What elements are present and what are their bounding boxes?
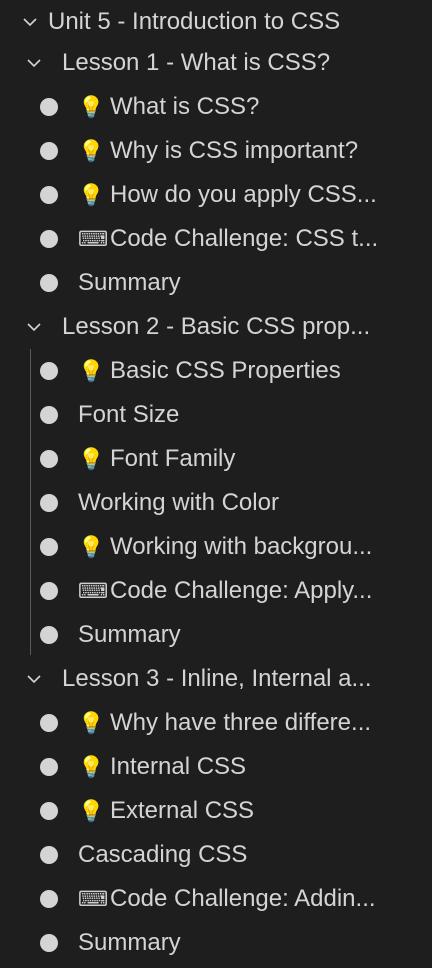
lightbulb-icon: 💡 bbox=[78, 711, 105, 735]
list-item[interactable]: ⌨Code Challenge: Apply... bbox=[0, 569, 432, 613]
item-label: Internal CSS bbox=[110, 753, 247, 780]
item-label: Working with Color bbox=[78, 489, 279, 516]
item-label: Code Challenge: CSS t... bbox=[110, 225, 379, 252]
list-item[interactable]: Font Size bbox=[0, 393, 432, 437]
list-item[interactable]: 💡 Basic CSS Properties bbox=[0, 349, 432, 393]
list-item[interactable]: Cascading CSS bbox=[0, 833, 432, 877]
lightbulb-icon: 💡 bbox=[78, 799, 105, 823]
list-item[interactable]: 💡 How do you apply CSS... bbox=[0, 173, 432, 217]
lightbulb-icon: 💡 bbox=[78, 95, 105, 119]
item-label: Why have three differe... bbox=[110, 709, 372, 736]
item-label: Font Size bbox=[78, 401, 180, 428]
list-item[interactable]: 💡 External CSS bbox=[0, 789, 432, 833]
bullet-icon bbox=[40, 98, 58, 116]
lightbulb-icon: 💡 bbox=[78, 535, 105, 559]
keyboard-icon: ⌨ bbox=[78, 227, 109, 251]
bullet-icon bbox=[40, 846, 58, 864]
bullet-icon bbox=[40, 802, 58, 820]
keyboard-icon: ⌨ bbox=[78, 887, 109, 911]
lesson-title: Lesson 3 - Inline, Internal a... bbox=[62, 665, 372, 692]
item-label: Cascading CSS bbox=[78, 841, 248, 868]
lesson-row[interactable]: Lesson 2 - Basic CSS prop... bbox=[0, 305, 432, 349]
lesson-row[interactable]: Lesson 3 - Inline, Internal a... bbox=[0, 657, 432, 701]
item-label: Working with backgrou... bbox=[110, 533, 373, 560]
list-item[interactable]: Summary bbox=[0, 921, 432, 965]
list-item[interactable]: 💡 Font Family bbox=[0, 437, 432, 481]
bullet-icon bbox=[40, 494, 58, 512]
lightbulb-icon: 💡 bbox=[78, 139, 105, 163]
lightbulb-icon: 💡 bbox=[78, 755, 105, 779]
bullet-icon bbox=[40, 230, 58, 248]
bullet-icon bbox=[40, 186, 58, 204]
bullet-icon bbox=[40, 890, 58, 908]
item-label: Font Family bbox=[110, 445, 236, 472]
chevron-down-icon[interactable] bbox=[22, 667, 46, 691]
list-item[interactable]: 💡 Why have three differe... bbox=[0, 701, 432, 745]
chevron-down-icon[interactable] bbox=[22, 315, 46, 339]
chevron-down-icon[interactable] bbox=[22, 51, 46, 75]
lightbulb-icon: 💡 bbox=[78, 447, 105, 471]
item-label: Summary bbox=[78, 269, 181, 296]
list-item[interactable]: ⌨Code Challenge: CSS t... bbox=[0, 217, 432, 261]
item-label: What is CSS? bbox=[110, 93, 260, 120]
lesson-title: Lesson 1 - What is CSS? bbox=[62, 49, 331, 76]
item-label: Summary bbox=[78, 929, 181, 956]
list-item[interactable]: ⌨Code Challenge: Addin... bbox=[0, 877, 432, 921]
item-label: Why is CSS important? bbox=[110, 137, 359, 164]
lightbulb-icon: 💡 bbox=[78, 359, 105, 383]
item-label: External CSS bbox=[110, 797, 255, 824]
lesson-title: Lesson 2 - Basic CSS prop... bbox=[62, 313, 371, 340]
bullet-icon bbox=[40, 274, 58, 292]
item-label: How do you apply CSS... bbox=[110, 181, 377, 208]
bullet-icon bbox=[40, 582, 58, 600]
list-item[interactable]: Working with Color bbox=[0, 481, 432, 525]
lesson-row[interactable]: Lesson 1 - What is CSS? bbox=[0, 41, 432, 85]
keyboard-icon: ⌨ bbox=[78, 579, 109, 603]
bullet-icon bbox=[40, 406, 58, 424]
bullet-icon bbox=[40, 142, 58, 160]
bullet-icon bbox=[40, 934, 58, 952]
item-label: Basic CSS Properties bbox=[110, 357, 341, 384]
lightbulb-icon: 💡 bbox=[78, 183, 105, 207]
unit-title: Unit 5 - Introduction to CSS bbox=[48, 8, 341, 35]
bullet-icon bbox=[40, 450, 58, 468]
bullet-icon bbox=[40, 714, 58, 732]
list-item[interactable]: 💡 Internal CSS bbox=[0, 745, 432, 789]
bullet-icon bbox=[40, 362, 58, 380]
outline-tree: Unit 5 - Introduction to CSS Lesson 1 - … bbox=[0, 0, 432, 968]
bullet-icon bbox=[40, 758, 58, 776]
list-item[interactable]: 💡 What is CSS? bbox=[0, 85, 432, 129]
list-item[interactable]: 💡 Working with backgrou... bbox=[0, 525, 432, 569]
chevron-down-icon[interactable] bbox=[18, 10, 42, 34]
item-label: Summary bbox=[78, 621, 181, 648]
item-label: Code Challenge: Addin... bbox=[110, 885, 376, 912]
list-item[interactable]: 💡 Why is CSS important? bbox=[0, 129, 432, 173]
bullet-icon bbox=[40, 538, 58, 556]
item-label: Code Challenge: Apply... bbox=[110, 577, 373, 604]
list-item[interactable]: Summary bbox=[0, 613, 432, 657]
list-item[interactable]: Summary bbox=[0, 261, 432, 305]
bullet-icon bbox=[40, 626, 58, 644]
unit-row[interactable]: Unit 5 - Introduction to CSS bbox=[0, 0, 432, 44]
